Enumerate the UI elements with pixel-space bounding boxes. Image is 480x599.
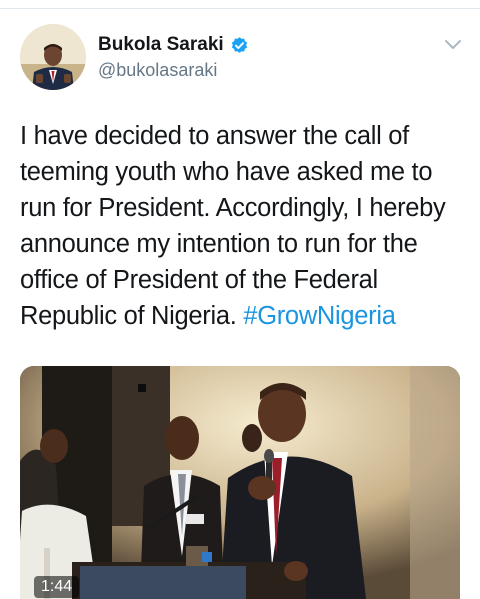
tweet-text: I have decided to answer the call of tee…	[20, 118, 468, 334]
tweet-text-line: announce my intention to run for the	[20, 230, 418, 258]
hashtag-link[interactable]: #GrowNigeria	[243, 302, 396, 330]
video-thumbnail	[20, 366, 460, 599]
avatar[interactable]	[20, 24, 86, 90]
author-display-name[interactable]: Bukola Saraki	[98, 34, 224, 56]
tweet-text-line: run for President. Accordingly, I hereby	[20, 194, 446, 222]
author-handle[interactable]: @bukolasaraki	[98, 60, 217, 81]
chevron-down-icon[interactable]	[442, 36, 464, 54]
video-duration-badge: 1:44	[34, 576, 80, 598]
video-player[interactable]: 1:44	[20, 366, 460, 599]
author-name-row[interactable]: Bukola Saraki	[98, 34, 249, 56]
avatar-photo	[20, 24, 86, 90]
tweet-text-line: I have decided to answer the call of	[20, 122, 409, 150]
tweet-text-line-last: Republic of Nigeria. #GrowNigeria	[20, 298, 468, 334]
tweet-text-line: Republic of Nigeria.	[20, 302, 237, 330]
tweet-text-line: teeming youth who have asked me to	[20, 158, 433, 186]
tweet-text-line: office of President of the Federal	[20, 266, 378, 294]
top-divider	[0, 8, 480, 9]
verified-badge-icon	[230, 36, 249, 55]
